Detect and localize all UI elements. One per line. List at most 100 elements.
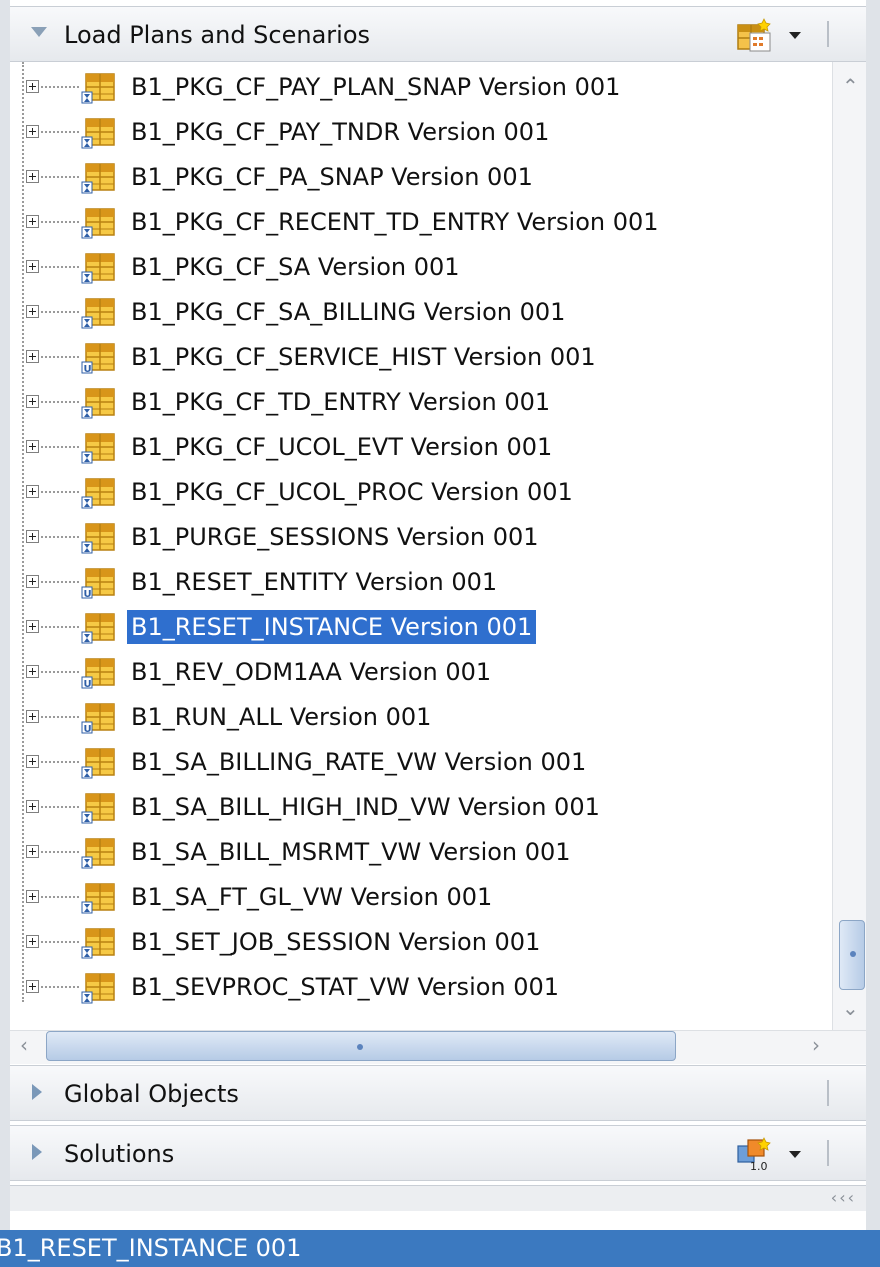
scroll-right-icon[interactable]: › xyxy=(812,1035,820,1055)
expand-plus-icon[interactable] xyxy=(26,710,39,723)
expand-plus-icon[interactable] xyxy=(26,665,39,678)
tree-item-label[interactable]: B1_PKG_CF_SERVICE_HIST Version 001 xyxy=(127,340,600,374)
tree-item-label[interactable]: B1_PKG_CF_SA Version 001 xyxy=(127,250,464,284)
tree-item-label[interactable]: B1_PKG_CF_UCOL_EVT Version 001 xyxy=(127,430,556,464)
scenario-icon xyxy=(80,72,116,104)
scenario-icon xyxy=(80,207,116,239)
tree-item-label[interactable]: B1_PKG_CF_PA_SNAP Version 001 xyxy=(127,160,537,194)
expand-triangle-icon[interactable] xyxy=(32,1144,42,1160)
collapse-arrows-icon[interactable]: ‹‹‹ xyxy=(831,1188,856,1207)
new-solution-menu-button[interactable]: 1.0 xyxy=(736,1136,806,1173)
expand-plus-icon[interactable] xyxy=(26,620,39,633)
tree-item-label[interactable]: B1_PKG_CF_TD_ENTRY Version 001 xyxy=(127,385,554,419)
tree-item-label[interactable]: B1_REV_ODM1AA Version 001 xyxy=(127,655,495,689)
scenario-icon xyxy=(80,252,116,284)
panel-header-load-plans[interactable]: Load Plans and Scenarios xyxy=(10,6,866,62)
tree-item[interactable]: B1_SET_JOB_SESSION Version 001 xyxy=(10,921,832,965)
vertical-scroll-thumb[interactable] xyxy=(839,920,865,990)
new-solution-icon: 1.0 xyxy=(737,1137,771,1173)
tree-item-label[interactable]: B1_SA_BILLING_RATE_VW Version 001 xyxy=(127,745,590,779)
scenario-icon xyxy=(80,612,116,644)
expand-plus-icon[interactable] xyxy=(26,260,39,273)
expand-plus-icon[interactable] xyxy=(26,170,39,183)
horizontal-scrollbar[interactable]: ‹ › xyxy=(10,1030,866,1064)
tree-guide-line xyxy=(22,62,24,1002)
new-scenario-menu-button[interactable] xyxy=(736,17,806,53)
expand-plus-icon[interactable] xyxy=(26,980,39,993)
tree-item[interactable]: B1_SA_FT_GL_VW Version 001 xyxy=(10,876,832,920)
expand-plus-icon[interactable] xyxy=(26,350,39,363)
tree-item[interactable]: B1_PKG_CF_PA_SNAP Version 001 xyxy=(10,156,832,200)
tree-item[interactable]: B1_PKG_CF_SA Version 001 xyxy=(10,246,832,290)
tree-item-label[interactable]: B1_PKG_CF_UCOL_PROC Version 001 xyxy=(127,475,577,509)
tree-item-label[interactable]: B1_RESET_ENTITY Version 001 xyxy=(127,565,501,599)
tree-item-label[interactable]: B1_SEVPROC_STAT_VW Version 001 xyxy=(127,970,563,1004)
tree-item[interactable]: U B1_RUN_ALL Version 001 xyxy=(10,696,832,740)
scenario-icon xyxy=(80,972,116,1004)
toolbar-separator xyxy=(827,21,829,47)
tree-item-label[interactable]: B1_SA_BILL_MSRMT_VW Version 001 xyxy=(127,835,575,869)
expand-plus-icon[interactable] xyxy=(26,530,39,543)
panel-header-global-objects[interactable]: Global Objects xyxy=(10,1065,866,1121)
tree-item-label[interactable]: B1_PKG_CF_SA_BILLING Version 001 xyxy=(127,295,569,329)
expand-plus-icon[interactable] xyxy=(26,485,39,498)
tree-item[interactable]: U B1_PKG_CF_SERVICE_HIST Version 001 xyxy=(10,336,832,380)
scenario-icon xyxy=(80,297,116,329)
tree-item-label[interactable]: B1_PKG_CF_PAY_PLAN_SNAP Version 001 xyxy=(127,70,624,104)
tree-item[interactable]: B1_SEVPROC_STAT_VW Version 001 xyxy=(10,966,832,1010)
expand-plus-icon[interactable] xyxy=(26,935,39,948)
tree-connector xyxy=(41,266,79,268)
scroll-left-icon[interactable]: ‹ xyxy=(20,1035,28,1055)
tree-item[interactable]: U B1_REV_ODM1AA Version 001 xyxy=(10,651,832,695)
tree-item-label[interactable]: B1_SA_FT_GL_VW Version 001 xyxy=(127,880,496,914)
expand-plus-icon[interactable] xyxy=(26,215,39,228)
scroll-up-icon[interactable]: ⌃ xyxy=(842,76,859,96)
tree-connector xyxy=(41,176,79,178)
tree-item[interactable]: U B1_RESET_ENTITY Version 001 xyxy=(10,561,832,605)
expand-plus-icon[interactable] xyxy=(26,890,39,903)
tree-item-label[interactable]: B1_SET_JOB_SESSION Version 001 xyxy=(127,925,544,959)
tree-item[interactable]: B1_PKG_CF_TD_ENTRY Version 001 xyxy=(10,381,832,425)
expand-plus-icon[interactable] xyxy=(26,125,39,138)
panel-frame-right xyxy=(866,0,880,1230)
tree-item[interactable]: B1_PKG_CF_PAY_TNDR Version 001 xyxy=(10,111,832,155)
expand-plus-icon[interactable] xyxy=(26,845,39,858)
scenario-icon xyxy=(80,162,116,194)
expand-plus-icon[interactable] xyxy=(26,395,39,408)
tree-item[interactable]: B1_PURGE_SESSIONS Version 001 xyxy=(10,516,832,560)
expand-plus-icon[interactable] xyxy=(26,755,39,768)
tree-item[interactable]: B1_SA_BILL_MSRMT_VW Version 001 xyxy=(10,831,832,875)
tree-item[interactable]: B1_PKG_CF_PAY_PLAN_SNAP Version 001 xyxy=(10,66,832,110)
tree-item-label[interactable]: B1_RUN_ALL Version 001 xyxy=(127,700,435,734)
tree-item[interactable]: B1_PKG_CF_UCOL_PROC Version 001 xyxy=(10,471,832,515)
expand-triangle-icon[interactable] xyxy=(32,1084,42,1100)
expand-plus-icon[interactable] xyxy=(26,305,39,318)
tree-item[interactable]: B1_SA_BILL_HIGH_IND_VW Version 001 xyxy=(10,786,832,830)
expand-plus-icon[interactable] xyxy=(26,80,39,93)
collapse-strip[interactable]: ‹‹‹ xyxy=(10,1185,866,1211)
horizontal-scroll-thumb[interactable] xyxy=(46,1031,676,1061)
tree-connector xyxy=(41,806,79,808)
expand-plus-icon[interactable] xyxy=(26,575,39,588)
tree-item-label[interactable]: B1_RESET_INSTANCE Version 001 xyxy=(127,610,537,644)
scroll-down-icon[interactable]: ⌄ xyxy=(842,998,859,1018)
expand-plus-icon[interactable] xyxy=(26,440,39,453)
tree-item[interactable]: B1_PKG_CF_UCOL_EVT Version 001 xyxy=(10,426,832,470)
tree-connector xyxy=(41,626,79,628)
panel-header-solutions[interactable]: Solutions 1.0 xyxy=(10,1125,866,1181)
tree-item-label[interactable]: B1_PURGE_SESSIONS Version 001 xyxy=(127,520,543,554)
tree-connector xyxy=(41,221,79,223)
expand-plus-icon[interactable] xyxy=(26,800,39,813)
tree-item[interactable]: B1_PKG_CF_RECENT_TD_ENTRY Version 001 xyxy=(10,201,832,245)
tree-item[interactable]: B1_SA_BILLING_RATE_VW Version 001 xyxy=(10,741,832,785)
tree-item-label[interactable]: B1_PKG_CF_RECENT_TD_ENTRY Version 001 xyxy=(127,205,663,239)
scenario-tree[interactable]: B1_PKG_CF_PAY_PLAN_SNAP Version 001 B1_PK… xyxy=(10,62,832,1030)
tree-item[interactable]: B1_RESET_INSTANCE Version 001 xyxy=(10,606,832,650)
tree-item-label[interactable]: B1_SA_BILL_HIGH_IND_VW Version 001 xyxy=(127,790,604,824)
tree-item-label[interactable]: B1_PKG_CF_PAY_TNDR Version 001 xyxy=(127,115,553,149)
vertical-scrollbar[interactable]: ⌃ ⌄ xyxy=(832,62,866,1030)
tree-item[interactable]: B1_PKG_CF_SA_BILLING Version 001 xyxy=(10,291,832,335)
collapse-triangle-icon[interactable] xyxy=(31,27,47,37)
scenario-icon: U xyxy=(80,342,116,375)
scenario-icon: U xyxy=(80,567,116,600)
